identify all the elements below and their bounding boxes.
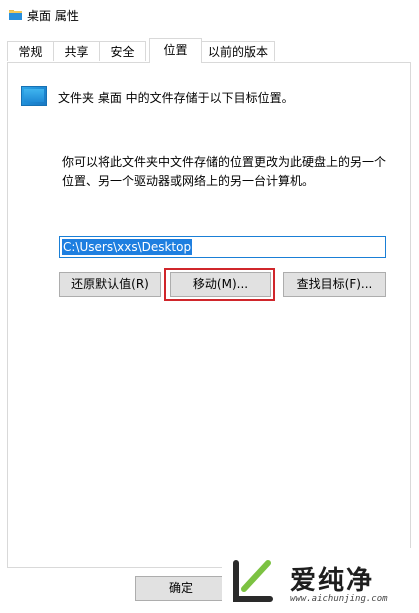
tab-strip: 常规 共享 安全 位置 以前的版本: [0, 38, 419, 63]
path-input-value: C:\Users\xxs\Desktop: [62, 239, 193, 255]
restore-default-button[interactable]: 还原默认值(R): [59, 272, 161, 297]
watermark: 爱纯净 www.aichunjing.com: [222, 548, 419, 613]
path-input[interactable]: C:\Users\xxs\Desktop: [59, 236, 386, 258]
watermark-url: www.aichunjing.com: [290, 594, 388, 604]
location-panel: [7, 62, 411, 568]
desktop-folder-icon: [21, 86, 47, 106]
location-intro: 文件夹 桌面 中的文件存储于以下目标位置。: [58, 91, 294, 105]
tab-security[interactable]: 安全: [99, 41, 146, 61]
brand-logo-icon: [233, 560, 273, 602]
watermark-brand: 爱纯净: [290, 566, 375, 596]
window-title: 桌面 属性: [27, 9, 79, 23]
ok-button[interactable]: 确定: [135, 576, 227, 601]
folder-icon: [9, 10, 22, 20]
move-button[interactable]: 移动(M)...: [170, 272, 271, 297]
tab-sharing[interactable]: 共享: [53, 41, 100, 61]
tab-location[interactable]: 位置: [149, 38, 202, 63]
title-bar: 桌面 属性: [0, 0, 419, 30]
tab-previous-versions[interactable]: 以前的版本: [201, 41, 275, 61]
tab-general[interactable]: 常规: [7, 41, 54, 61]
explanation-line-1: 你可以将此文件夹中文件存储的位置更改为此硬盘上的另一个: [62, 155, 387, 169]
location-explanation: 你可以将此文件夹中文件存储的位置更改为此硬盘上的另一个 位置、另一个驱动器或网络…: [62, 153, 392, 191]
explanation-line-2: 位置、另一个驱动器或网络上的另一台计算机。: [62, 174, 315, 188]
find-target-button[interactable]: 查找目标(F)...: [283, 272, 386, 297]
